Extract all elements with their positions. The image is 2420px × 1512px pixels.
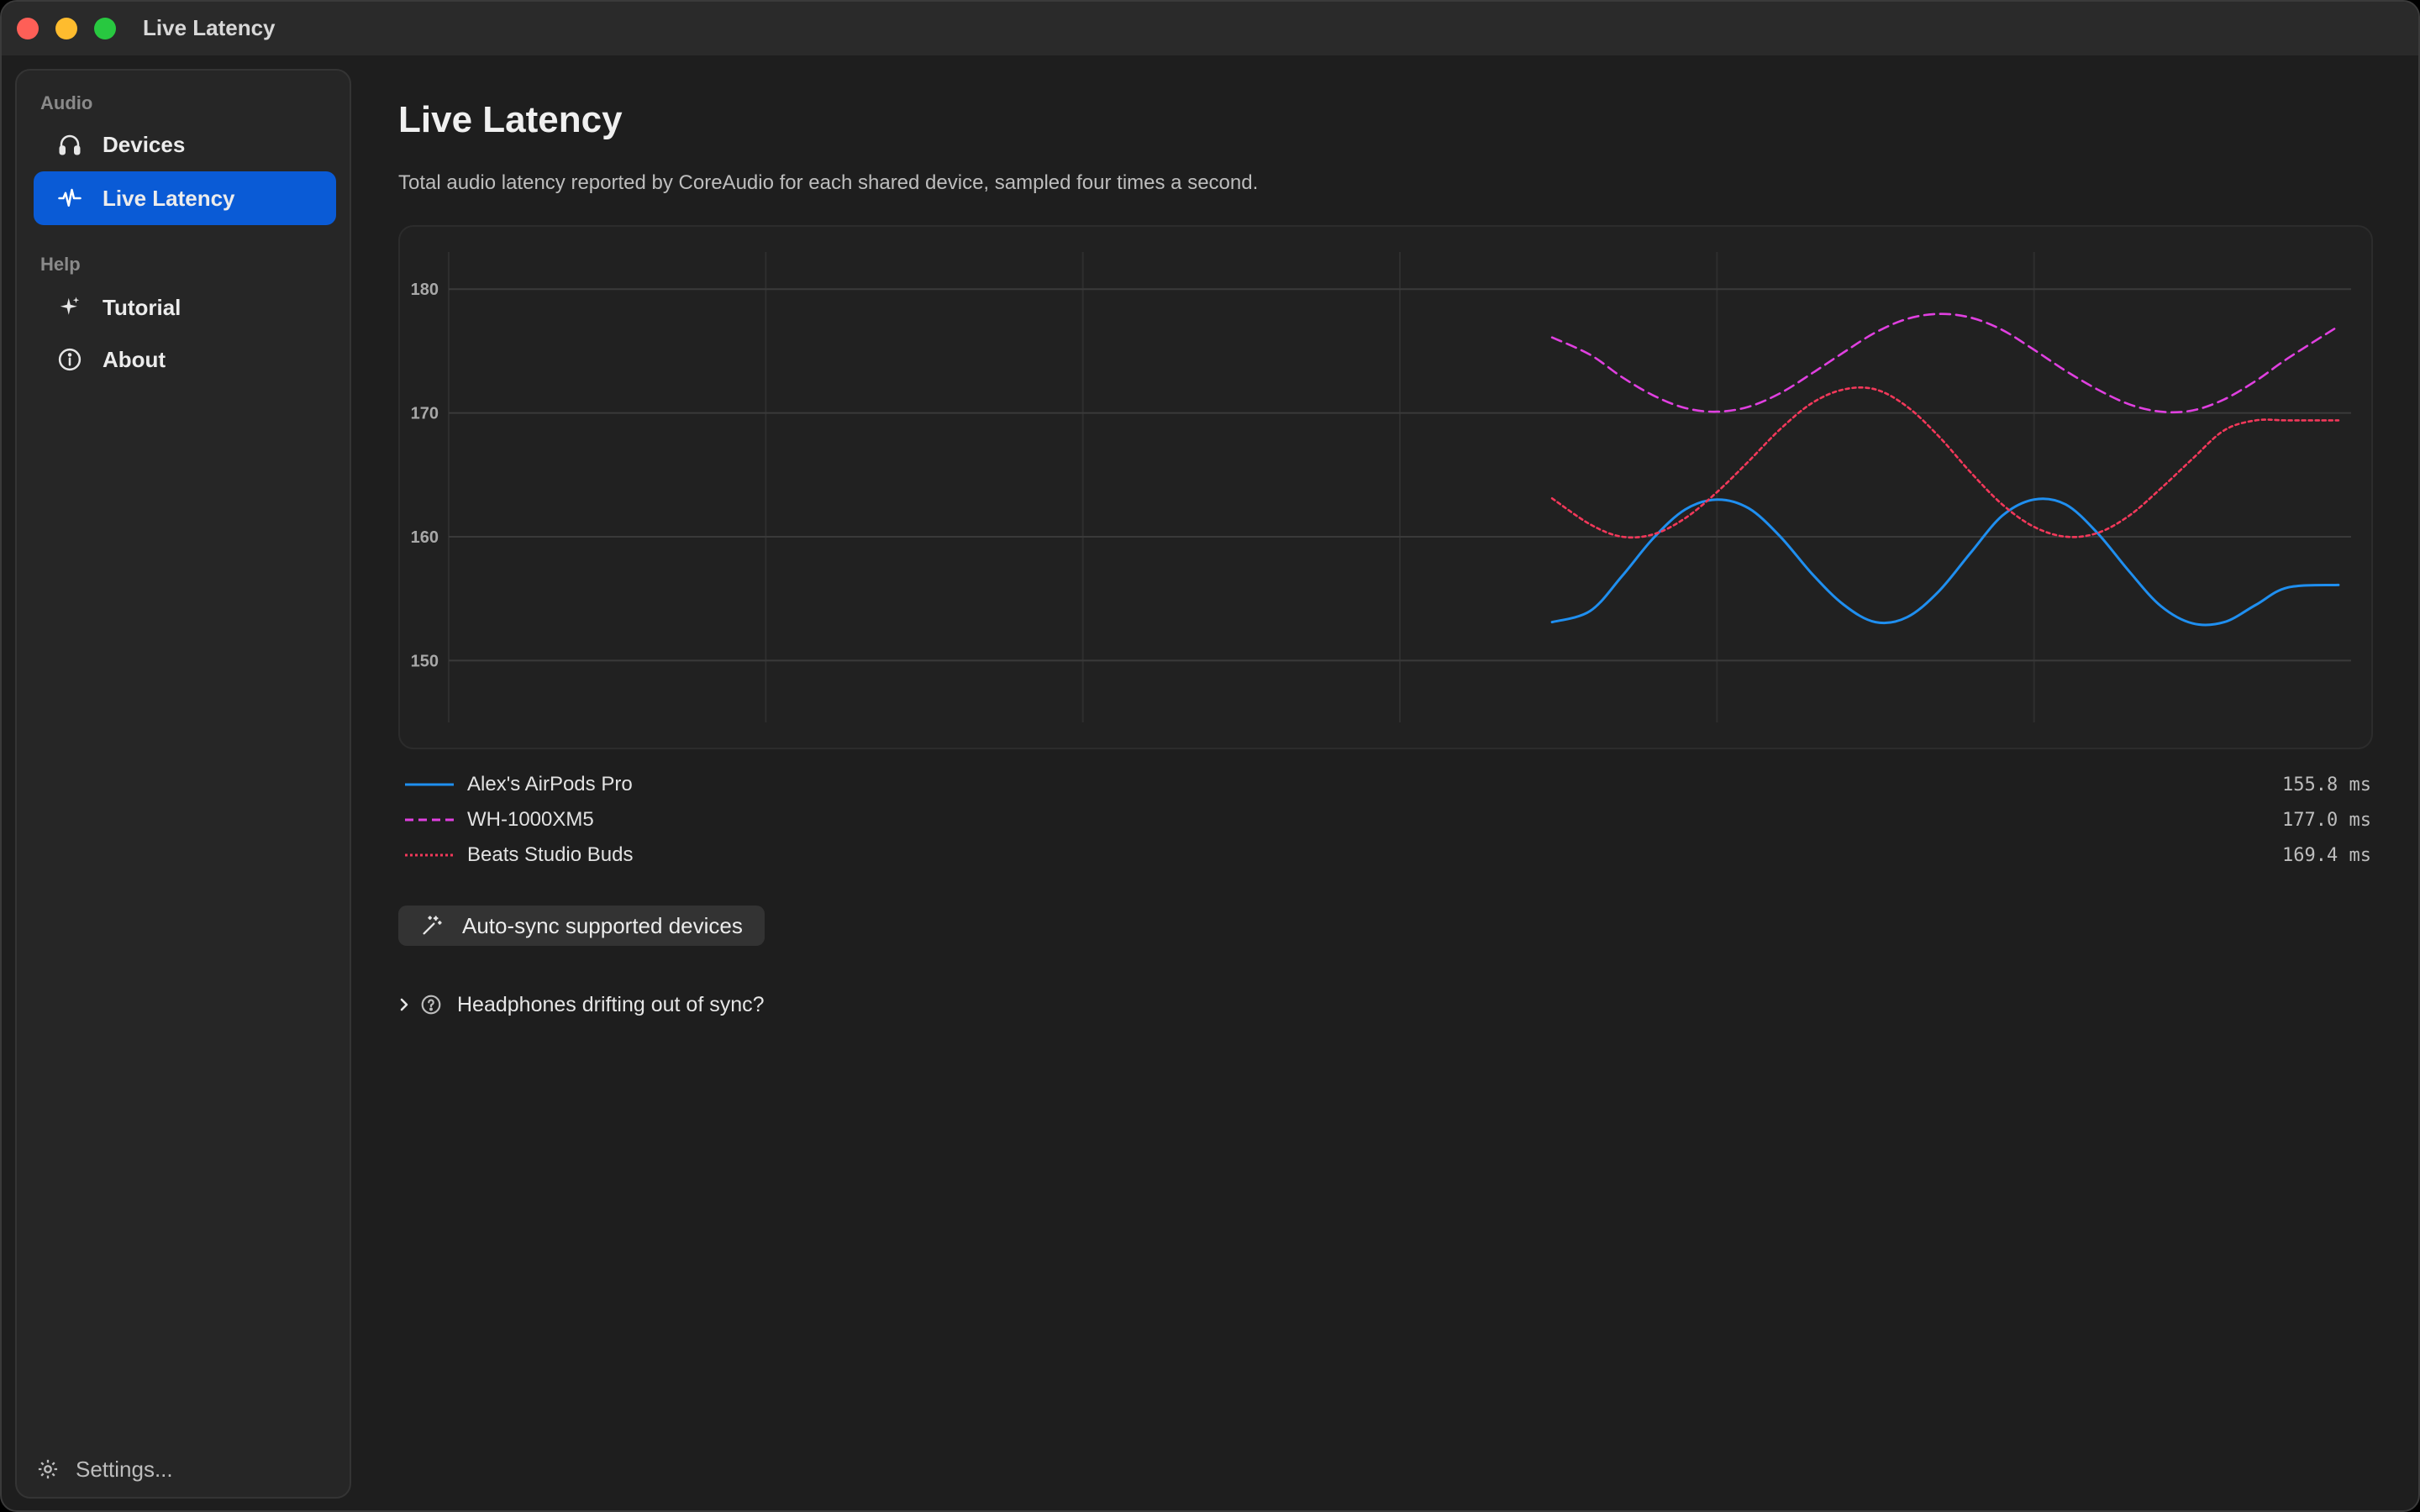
disclosure-label: Headphones drifting out of sync? [457, 992, 765, 1016]
minimize-window-button[interactable] [55, 18, 77, 39]
page-title: Live Latency [398, 99, 623, 140]
legend-value: 155.8 ms [2282, 774, 2371, 795]
sidebar-item-label: Live Latency [103, 185, 235, 211]
series-line-2 [1550, 312, 2340, 414]
y-tick-label: 180 [411, 281, 439, 299]
sidebar-section-help: Help [40, 254, 81, 275]
settings-label: Settings... [76, 1456, 173, 1482]
waveform-icon [55, 184, 84, 213]
headphones-icon [55, 130, 84, 159]
sidebar-item-devices[interactable]: Devices [34, 118, 336, 171]
settings-button[interactable]: Settings... [34, 1448, 173, 1490]
sidebar-section-audio: Audio [40, 92, 93, 113]
app-window: Live Latency Audio Devices Live Latency … [0, 0, 2420, 1512]
legend-swatch-wh1000xm5 [405, 818, 454, 822]
legend-item-beats: Beats Studio Buds 169.4 ms [405, 838, 2371, 872]
sidebar-item-label: Devices [103, 131, 186, 157]
series-line-3 [1550, 386, 2340, 539]
legend-value: 169.4 ms [2282, 845, 2371, 866]
legend-swatch-beats [405, 853, 454, 857]
legend-item-airpods: Alex's AirPods Pro 155.8 ms [405, 768, 2371, 801]
y-tick-label: 150 [411, 652, 439, 670]
legend-label: Beats Studio Buds [467, 843, 634, 866]
sidebar-item-live-latency[interactable]: Live Latency [34, 171, 336, 225]
gear-icon [34, 1455, 62, 1483]
zoom-window-button[interactable] [94, 18, 116, 39]
y-tick-label: 160 [411, 528, 439, 547]
y-tick-label: 170 [411, 405, 439, 423]
sidebar-item-about[interactable]: About [34, 333, 336, 386]
auto-sync-label: Auto-sync supported devices [462, 912, 743, 938]
title-bar: Live Latency [2, 2, 2418, 55]
sparkle-icon [55, 293, 84, 322]
chevron-right-icon [398, 997, 412, 1012]
legend-item-wh1000xm5: WH-1000XM5 177.0 ms [405, 803, 2371, 837]
close-window-button[interactable] [17, 18, 39, 39]
sidebar-item-label: About [103, 346, 166, 372]
series-line-1 [1550, 497, 2340, 627]
sidebar-item-label: Tutorial [103, 294, 182, 320]
page-description: Total audio latency reported by CoreAudi… [398, 171, 1259, 194]
latency-chart-svg: 150 160 170 180 [411, 252, 2351, 722]
legend-label: Alex's AirPods Pro [467, 773, 633, 795]
question-circle-icon [418, 992, 444, 1017]
window-title: Live Latency [143, 15, 276, 40]
legend-swatch-airpods [405, 783, 454, 786]
legend-value: 177.0 ms [2282, 810, 2371, 831]
auto-sync-button[interactable]: Auto-sync supported devices [398, 906, 765, 946]
latency-chart: 150 160 170 180 [398, 225, 2373, 749]
legend-label: WH-1000XM5 [467, 808, 594, 831]
info-icon [55, 345, 84, 374]
sidebar: Audio Devices Live Latency Help Tutorial… [15, 69, 351, 1499]
sync-help-disclosure[interactable]: Headphones drifting out of sync? [398, 986, 765, 1023]
magic-wand-icon [418, 912, 445, 939]
main-content: Live Latency Total audio latency reporte… [371, 55, 2418, 1510]
sidebar-item-tutorial[interactable]: Tutorial [34, 281, 336, 334]
